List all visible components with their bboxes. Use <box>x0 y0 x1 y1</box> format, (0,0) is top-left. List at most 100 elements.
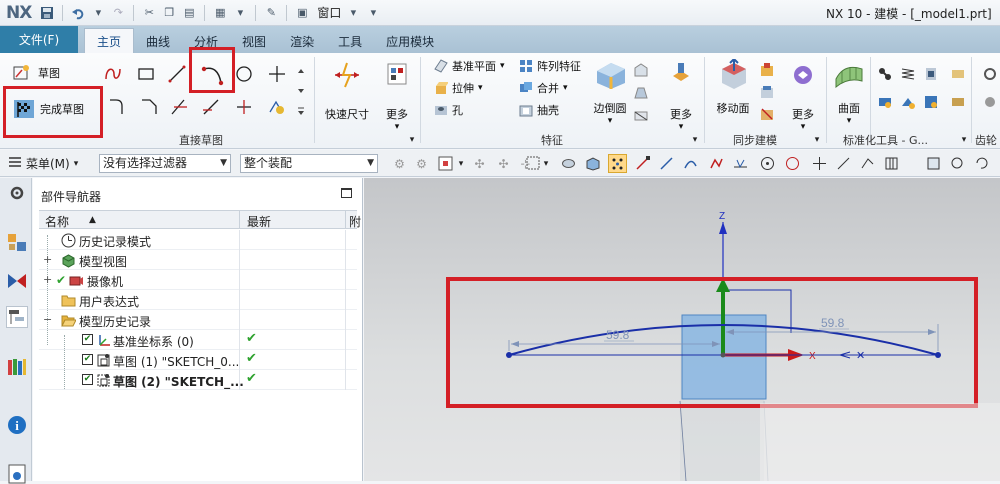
undo-icon[interactable] <box>70 5 86 21</box>
visibility-checkbox[interactable]: ✔ <box>82 354 93 365</box>
tab-application[interactable]: 应用模块 <box>374 30 446 53</box>
offset-region-icon[interactable] <box>758 83 776 101</box>
unite-button[interactable]: 合并 ▾ <box>519 80 568 96</box>
snap-point-icon[interactable] <box>608 154 627 173</box>
column-name[interactable]: 名称 <box>45 213 69 230</box>
fit-view-icon[interactable] <box>924 154 943 173</box>
snap-icon[interactable]: ✣ <box>494 154 513 173</box>
snap-icon[interactable]: ✣ <box>470 154 489 173</box>
gear-icon[interactable] <box>6 182 28 204</box>
corner-icon[interactable] <box>235 98 253 116</box>
info-icon[interactable]: i <box>6 414 28 436</box>
chevron-down-icon[interactable]: ▾ <box>541 154 551 173</box>
spring-icon[interactable] <box>899 65 917 83</box>
expand-icon[interactable]: + <box>43 273 52 286</box>
sketch-button[interactable]: 草图 <box>12 64 60 82</box>
window-icon[interactable]: ▣ <box>294 5 310 21</box>
navigator-row-sketch-2[interactable]: ✔ 草图 (2) "SKETCH_... ✔ <box>39 370 357 390</box>
type-filter-dropdown[interactable]: 没有选择过滤器 ▼ <box>99 154 231 173</box>
navigator-row-sketch-1[interactable]: ✔ 草图 (1) "SKETCH_0... ✔ <box>39 350 357 370</box>
end-point-icon[interactable] <box>633 154 652 173</box>
solid-body-icon[interactable] <box>583 154 602 173</box>
line-icon[interactable] <box>168 65 186 83</box>
filter-icon[interactable]: ⚙ <box>390 154 409 173</box>
chevron-down-icon[interactable]: ▾ <box>345 5 361 21</box>
zoom-icon[interactable] <box>948 154 967 173</box>
navigator-row-model-history[interactable]: − 模型历史记录 <box>39 310 357 330</box>
feature-more-button[interactable]: 更多 ▾ <box>664 61 698 132</box>
part-navigator-icon[interactable] <box>6 306 28 328</box>
visibility-checkbox[interactable]: ✔ <box>82 374 93 385</box>
arc-end-point[interactable] <box>935 352 941 358</box>
chevron-down-icon[interactable]: ▾ <box>232 5 248 21</box>
origin-point[interactable] <box>720 352 726 358</box>
weld-icon[interactable] <box>922 65 940 83</box>
delete-face-icon[interactable] <box>758 105 776 123</box>
hole-button[interactable]: 孔 <box>434 102 463 118</box>
existing-point-icon[interactable] <box>731 154 750 173</box>
standard-tool-icon[interactable] <box>949 65 967 83</box>
window-menu[interactable]: 窗口 <box>317 4 341 21</box>
draft-icon[interactable] <box>632 83 650 101</box>
gear-tool-icon[interactable] <box>981 93 999 111</box>
arc-center-icon[interactable] <box>758 154 777 173</box>
maximize-icon[interactable] <box>341 188 352 198</box>
column-latest[interactable]: 最新 <box>247 213 271 230</box>
extrude-button[interactable]: 拉伸 ▾ <box>434 80 483 96</box>
chamfer-feature-icon[interactable] <box>632 61 650 79</box>
collapse-icon[interactable]: − <box>43 313 52 326</box>
datum-plane-button[interactable]: 基准平面 ▾ <box>434 58 505 74</box>
quadrant-point-icon[interactable] <box>783 154 802 173</box>
rotate-icon[interactable] <box>972 154 991 173</box>
sort-ascending-icon[interactable]: ▲ <box>89 215 96 225</box>
tab-tools[interactable]: 工具 <box>326 30 374 53</box>
standard-tool-icon[interactable] <box>876 93 894 111</box>
assembly-navigator-icon[interactable] <box>6 232 28 254</box>
dimension-right-value[interactable]: 59.8 <box>821 316 845 330</box>
redo-icon[interactable]: ↷ <box>110 5 126 21</box>
select-point-icon[interactable] <box>436 154 455 173</box>
constraint-navigator-icon[interactable] <box>6 270 28 292</box>
bounded-grid-icon[interactable] <box>858 154 877 173</box>
trim-icon[interactable] <box>170 98 188 116</box>
shell-button[interactable]: 抽壳 <box>519 102 559 118</box>
file-menu[interactable]: 文件(F) <box>0 26 78 53</box>
chevron-down-icon[interactable]: ▾ <box>90 5 106 21</box>
column-attached[interactable]: 附 <box>349 213 361 230</box>
rectangle-icon[interactable] <box>137 65 155 83</box>
tab-curve[interactable]: 曲线 <box>134 30 182 53</box>
move-face-button[interactable]: 移动面 <box>710 57 756 116</box>
edge-blend-button[interactable]: 边倒圆 ▾ <box>588 59 632 126</box>
navigator-row-model-views[interactable]: + 模型视图 <box>39 250 357 270</box>
visibility-checkbox[interactable]: ✔ <box>82 334 93 345</box>
filter-reset-icon[interactable]: ⚙ <box>412 154 431 173</box>
table-icon[interactable] <box>882 154 901 173</box>
standard-tool-icon[interactable] <box>922 93 940 111</box>
point-on-face-icon[interactable] <box>834 154 853 173</box>
sync-more-button[interactable]: 更多 ▾ <box>786 61 820 132</box>
save-icon[interactable] <box>39 5 55 21</box>
reuse-library-icon[interactable] <box>6 356 28 378</box>
chevron-down-icon[interactable]: ▾ <box>456 154 466 173</box>
trim-body-icon[interactable] <box>632 105 650 123</box>
standard-tool-icon[interactable] <box>949 93 967 111</box>
paste-icon[interactable]: ▤ <box>181 5 197 21</box>
pull-face-icon[interactable] <box>758 61 776 79</box>
tab-view[interactable]: 视图 <box>230 30 278 53</box>
scope-dropdown[interactable]: 整个装配 ▼ <box>240 154 378 173</box>
extend-icon[interactable] <box>202 98 220 116</box>
arc-end-point[interactable] <box>506 352 512 358</box>
touch-mode-icon[interactable]: ▦ <box>212 5 228 21</box>
chevron-down-icon[interactable]: ▾ <box>808 131 826 149</box>
profile-icon[interactable] <box>104 65 122 83</box>
cut-icon[interactable]: ✂ <box>141 5 157 21</box>
mid-point-icon[interactable] <box>657 154 676 173</box>
graphics-window[interactable]: Z X ✕ 59.8 59.8 <box>364 178 1000 481</box>
copy-icon[interactable]: ❐ <box>161 5 177 21</box>
fillet-icon[interactable] <box>108 98 126 116</box>
intersection-icon[interactable] <box>707 154 726 173</box>
expand-icon[interactable]: + <box>43 253 52 266</box>
tab-render[interactable]: 渲染 <box>278 30 326 53</box>
menu-button[interactable]: 菜单(M) ▾ <box>8 155 78 172</box>
navigator-row-cameras[interactable]: + ✔ 摄像机 <box>39 270 357 290</box>
